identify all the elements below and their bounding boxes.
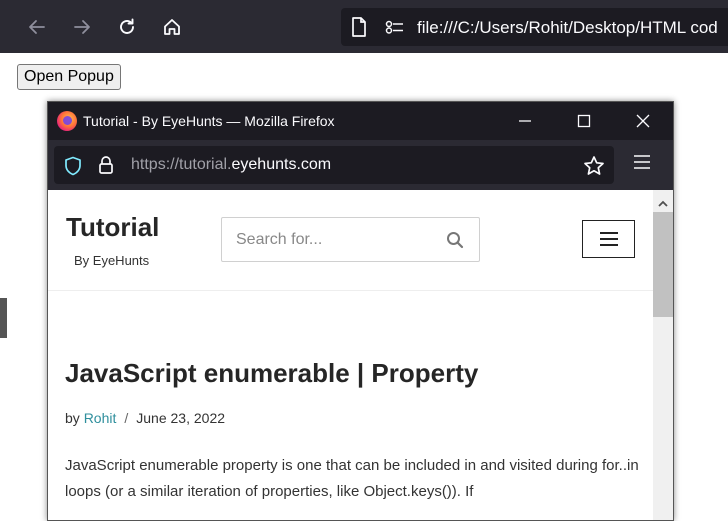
author-link[interactable]: Rohit bbox=[84, 410, 117, 426]
bookmark-star-icon[interactable] bbox=[583, 155, 605, 182]
popup-titlebar[interactable]: Tutorial - By EyeHunts — Mozilla Firefox bbox=[48, 102, 673, 140]
maximize-button[interactable] bbox=[570, 108, 598, 134]
app-menu-icon[interactable] bbox=[633, 154, 651, 175]
home-button[interactable] bbox=[157, 12, 187, 42]
firefox-logo-icon bbox=[57, 111, 77, 131]
page-scrollbar[interactable] bbox=[653, 190, 673, 520]
search-input[interactable] bbox=[222, 218, 432, 261]
back-icon bbox=[29, 20, 45, 34]
hamburger-line bbox=[599, 232, 618, 234]
site-menu-button[interactable] bbox=[582, 220, 635, 258]
outer-url-bar[interactable]: file:///C:/Users/Rohit/Desktop/HTML cod bbox=[341, 8, 728, 46]
by-label: by bbox=[65, 410, 80, 426]
forward-icon bbox=[74, 20, 90, 34]
popup-window: Tutorial - By EyeHunts — Mozilla Firefox… bbox=[47, 101, 674, 521]
outer-url-text[interactable]: file:///C:/Users/Rohit/Desktop/HTML cod bbox=[417, 18, 718, 38]
left-edge-strip bbox=[0, 298, 7, 338]
reload-button[interactable] bbox=[112, 12, 142, 42]
close-button[interactable] bbox=[629, 108, 657, 134]
popup-navbar: https://tutorial.eyehunts.com bbox=[48, 140, 673, 190]
permissions-icon[interactable] bbox=[385, 19, 405, 40]
article-title: JavaScript enumerable | Property bbox=[65, 358, 479, 388]
minimize-button[interactable] bbox=[511, 108, 539, 134]
open-popup-button[interactable]: Open Popup bbox=[17, 64, 121, 90]
popup-window-title: Tutorial - By EyeHunts — Mozilla Firefox bbox=[83, 113, 335, 129]
reload-icon bbox=[120, 18, 134, 34]
search-box[interactable] bbox=[221, 217, 480, 262]
url-domain: eyehunts.com bbox=[231, 156, 332, 173]
search-icon[interactable] bbox=[446, 231, 464, 254]
article-date: June 23, 2022 bbox=[136, 410, 226, 426]
home-icon bbox=[164, 19, 180, 35]
article-body: JavaScript enumerable property is one th… bbox=[65, 457, 639, 500]
article-byline: by Rohit / June 23, 2022 bbox=[65, 410, 225, 426]
shield-icon[interactable] bbox=[64, 156, 82, 181]
url-prefix: https://tutorial. bbox=[131, 156, 232, 173]
close-icon bbox=[636, 114, 650, 128]
scrollbar-thumb[interactable] bbox=[653, 212, 673, 317]
hamburger-line bbox=[599, 238, 618, 240]
lock-icon[interactable] bbox=[97, 155, 115, 180]
outer-browser-toolbar: file:///C:/Users/Rohit/Desktop/HTML cod bbox=[0, 0, 728, 53]
minimize-icon bbox=[519, 120, 531, 122]
popup-url-bar[interactable]: https://tutorial.eyehunts.com bbox=[54, 146, 614, 184]
forward-button[interactable] bbox=[67, 12, 97, 42]
header-divider bbox=[48, 290, 653, 291]
page-icon bbox=[351, 17, 367, 42]
scroll-up-arrow-icon[interactable] bbox=[658, 195, 668, 213]
popup-url-text[interactable]: https://tutorial.eyehunts.com bbox=[131, 156, 331, 174]
maximize-icon bbox=[577, 114, 591, 128]
site-title[interactable]: Tutorial bbox=[66, 212, 159, 243]
site-tagline: By EyeHunts bbox=[74, 253, 150, 268]
site-content: Tutorial By EyeHunts JavaScript enumerab… bbox=[48, 190, 653, 520]
back-button[interactable] bbox=[22, 12, 52, 42]
hamburger-line bbox=[599, 244, 618, 246]
byline-separator: / bbox=[124, 410, 129, 426]
